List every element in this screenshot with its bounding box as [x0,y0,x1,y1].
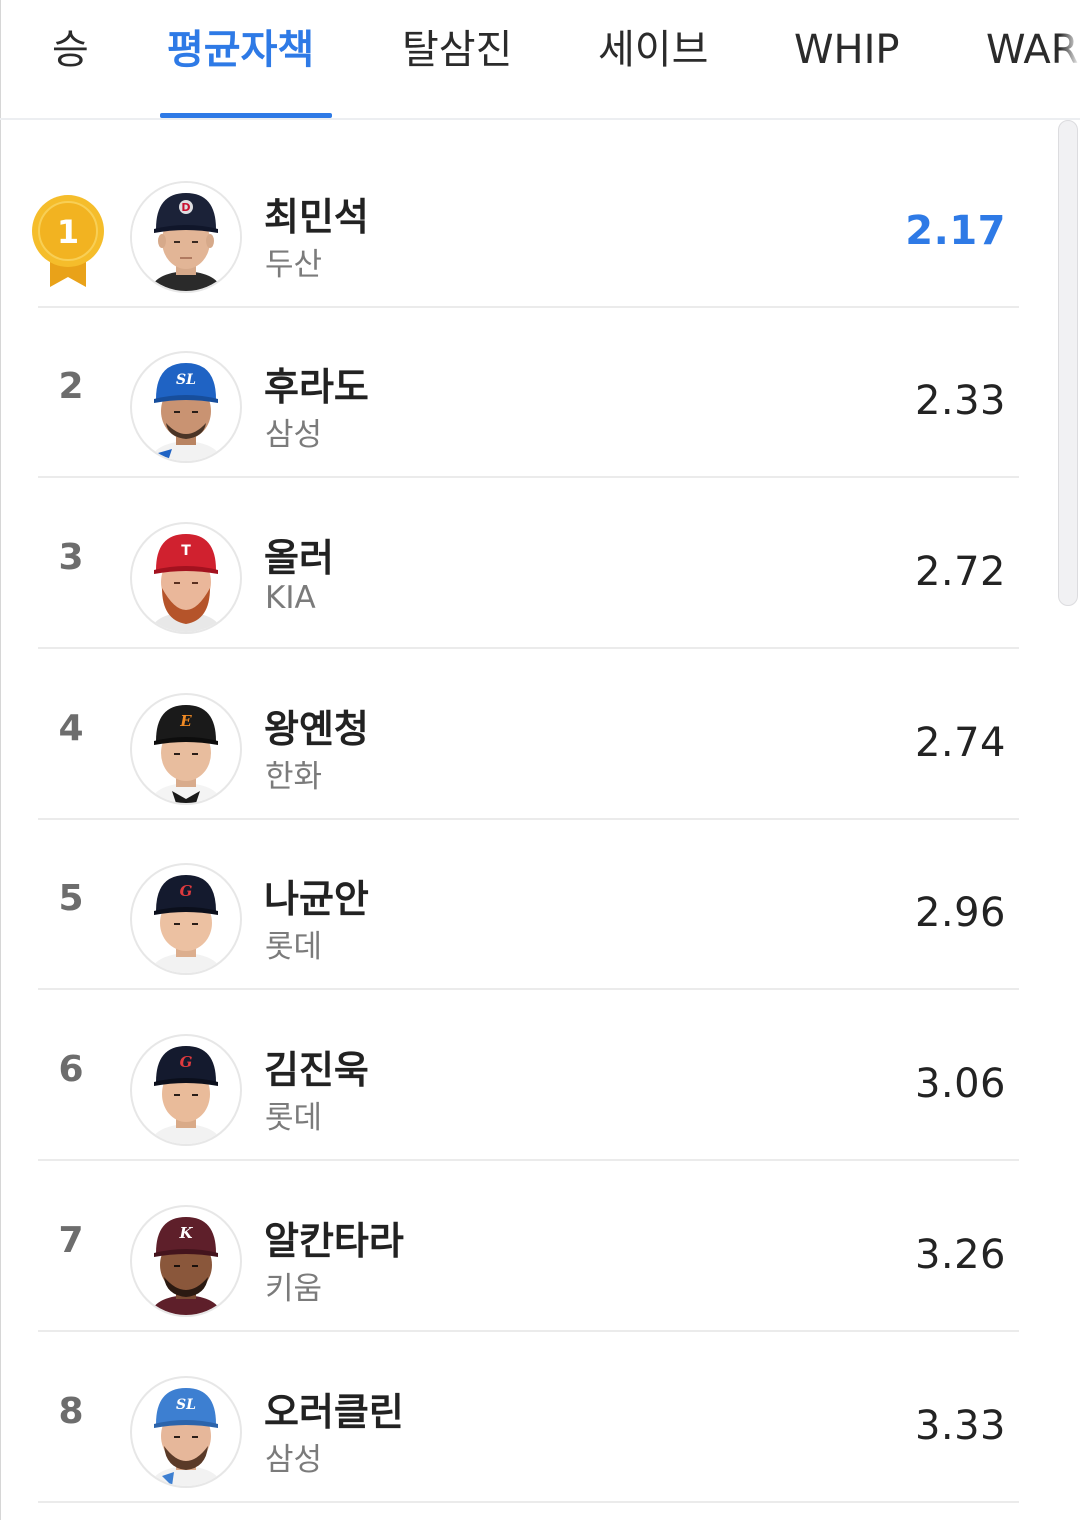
player-name: 알칸타라 [264,1219,404,1263]
player-name: 올러 [264,536,334,580]
medal-rank-number: 1 [57,213,79,251]
ranking-row[interactable]: 1 D 최민석 두산 2.17 [32,136,1019,308]
player-name: 왕옌청 [264,707,369,751]
svg-text:T: T [181,543,191,559]
avatar: SL [130,351,242,463]
scrollbar[interactable] [1058,120,1080,606]
left-border [0,0,1,1520]
rank-number: 6 [58,1049,84,1090]
team-name: 한화 [265,759,323,795]
svg-text:G: G [180,1053,193,1071]
era-value: 3.06 [914,1061,1006,1107]
rank-number: 4 [58,708,84,749]
player-name: 나균안 [264,877,369,921]
ranking-row[interactable]: 5 G 나균안 롯데 2.96 [38,818,1019,990]
svg-text:E: E [179,712,192,730]
scrollbar-thumb[interactable] [1058,120,1078,606]
tab-wins[interactable]: 승 [52,22,89,78]
avatar: SL [130,1376,242,1488]
rank-number: 2 [58,366,84,407]
rank-number: 7 [58,1220,84,1261]
era-value: 3.26 [914,1232,1006,1278]
svg-text:G: G [180,882,193,900]
ranking-row[interactable]: 3 T 올러 KIA 2.72 [38,477,1019,649]
era-value: 2.74 [914,720,1006,766]
player-name: 오러클린 [264,1390,404,1434]
avatar: K [130,1205,242,1317]
tab-era[interactable]: 평균자책 [167,22,314,78]
ranking-row[interactable]: 7 K 알칸타라 키움 3.26 [38,1160,1019,1332]
svg-text:K: K [178,1224,193,1242]
svg-text:SL: SL [176,1397,196,1413]
era-value: 2.72 [914,549,1006,595]
gold-medal-icon: 1 [32,195,104,287]
ranking-row[interactable]: 8 SL 오러클린 삼성 3.33 [38,1331,1019,1503]
avatar: G [130,1034,242,1146]
era-value: 3.33 [914,1403,1006,1449]
avatar: E [130,693,242,805]
svg-text:D: D [181,201,190,214]
ranking-row[interactable]: 6 G 김진욱 롯데 3.06 [38,989,1019,1161]
team-name: 삼성 [265,417,323,453]
tab-strikeouts[interactable]: 탈삼진 [402,22,512,78]
tab-whip[interactable]: WHIP [794,22,900,78]
era-value: 2.96 [914,890,1006,936]
era-value: 2.33 [914,378,1006,424]
tab-saves[interactable]: 세이브 [598,22,708,78]
team-name: KIA [265,580,316,616]
team-name: 삼성 [265,1442,323,1478]
ranking-row[interactable]: 4 E 왕옌청 한화 2.74 [38,648,1019,820]
era-value: 2.17 [905,208,1006,254]
rank-number: 5 [58,878,84,919]
avatar: G [130,863,242,975]
rank-number: 3 [58,537,84,578]
player-name: 김진욱 [264,1048,369,1092]
rank-number: 8 [58,1391,84,1432]
team-name: 두산 [265,247,323,283]
svg-text:SL: SL [176,372,196,388]
team-name: 롯데 [265,1100,323,1136]
team-name: 롯데 [265,929,323,965]
tab-overflow-fade [1060,0,1080,116]
active-tab-indicator [160,113,332,118]
ranking-row[interactable]: 2 SL 후라도 삼성 2.33 [38,306,1019,478]
player-name: 최민석 [264,195,369,239]
avatar: T [130,522,242,634]
player-name: 후라도 [264,365,369,409]
stat-tab-bar: 승 평균자책 탈삼진 세이브 WHIP WAR [0,0,1080,120]
team-name: 키움 [265,1271,323,1307]
avatar: D [130,181,242,293]
